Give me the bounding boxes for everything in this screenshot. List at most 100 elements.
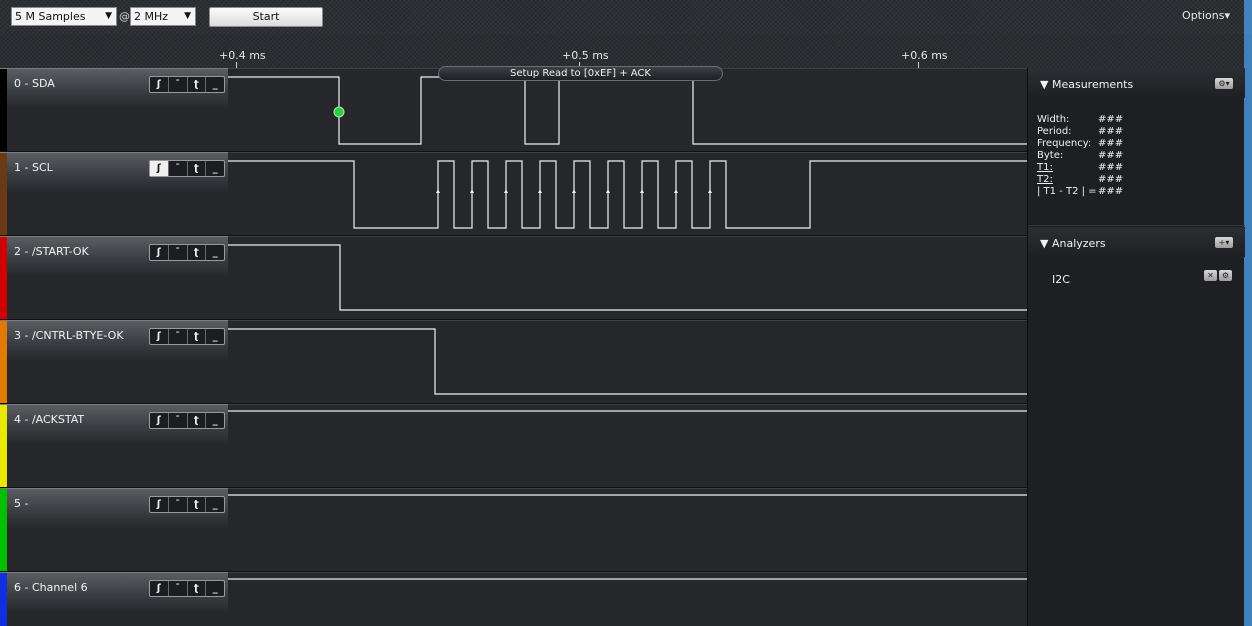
falling-edge-icon[interactable]: ʈ bbox=[188, 77, 207, 92]
rising-edge-icon[interactable]: ʃ bbox=[150, 329, 169, 344]
protocol-annotation-bubble[interactable]: Setup Read to [0xEF] + ACK bbox=[438, 66, 723, 81]
chevron-down-icon: ▼ bbox=[105, 11, 112, 21]
waveform-trace bbox=[228, 328, 1027, 395]
falling-edge-icon[interactable]: ʈ bbox=[188, 413, 207, 428]
falling-edge-icon[interactable]: ʈ bbox=[188, 329, 207, 344]
waveform-area[interactable] bbox=[228, 488, 1027, 571]
edge-markers bbox=[436, 189, 712, 193]
analyzer-actions: ✕ ⚙ bbox=[1204, 270, 1232, 281]
high-level-icon[interactable]: ¯ bbox=[169, 497, 188, 512]
waveform-trace bbox=[228, 494, 1027, 496]
low-level-icon[interactable]: _ bbox=[206, 77, 224, 92]
ruler-tick-label: +0.5 ms bbox=[562, 49, 609, 62]
trigger-selector[interactable]: ʃ ¯ ʈ _ bbox=[149, 580, 225, 597]
low-level-icon[interactable]: _ bbox=[206, 329, 224, 344]
waveform-area[interactable] bbox=[228, 152, 1027, 235]
channel-color-bar bbox=[0, 153, 7, 236]
channel-name: 4 - /ACKSTAT bbox=[14, 413, 85, 426]
channel-name: 2 - /START-OK bbox=[14, 245, 89, 258]
gear-icon[interactable]: ⚙▾ bbox=[1215, 78, 1233, 89]
high-level-icon[interactable]: ¯ bbox=[169, 77, 188, 92]
channel-color-bar bbox=[0, 489, 7, 572]
high-level-icon[interactable]: ¯ bbox=[169, 581, 188, 596]
high-level-icon[interactable]: ¯ bbox=[169, 413, 188, 428]
rising-edge-icon[interactable]: ʃ bbox=[150, 245, 169, 260]
trigger-selector[interactable]: ʃ ¯ ʈ _ bbox=[149, 160, 225, 177]
rising-edge-icon[interactable]: ʃ bbox=[150, 413, 169, 428]
low-level-icon[interactable]: _ bbox=[206, 413, 224, 428]
trigger-selector[interactable]: ʃ ¯ ʈ _ bbox=[149, 412, 225, 429]
rising-edge-icon[interactable]: ʃ bbox=[150, 77, 169, 92]
sample-count-value: 5 M Samples bbox=[15, 10, 86, 23]
low-level-icon[interactable]: _ bbox=[206, 245, 224, 260]
ruler-tick-label: +0.6 ms bbox=[901, 49, 948, 62]
rising-edge-icon[interactable]: ʃ bbox=[150, 581, 169, 596]
measurement-row: T1: ### bbox=[1037, 162, 1124, 173]
waveform-area[interactable] bbox=[228, 320, 1027, 403]
channel-color-bar bbox=[0, 405, 7, 488]
measurement-row: Width: ### bbox=[1037, 114, 1124, 125]
analyzers-header[interactable]: ▼ Analyzers +▾ bbox=[1028, 227, 1245, 257]
sample-rate-select[interactable]: 2 MHz ▼ bbox=[130, 7, 196, 26]
analyzer-item-i2c[interactable]: I2C bbox=[1052, 273, 1070, 286]
falling-edge-icon[interactable]: ʈ bbox=[188, 581, 207, 596]
channel-color-bar bbox=[0, 321, 7, 404]
low-level-icon[interactable]: _ bbox=[206, 497, 224, 512]
rising-edge-icon[interactable]: ʃ bbox=[150, 497, 169, 512]
falling-edge-icon[interactable]: ʈ bbox=[188, 245, 207, 260]
start-button[interactable]: Start bbox=[209, 7, 323, 27]
measurement-row: Period: ### bbox=[1037, 126, 1124, 137]
channel-label-panel[interactable]: 2 - /START-OK ʃ ¯ ʈ _ bbox=[0, 236, 228, 320]
waveform-area[interactable] bbox=[228, 236, 1027, 319]
toolbar: 5 M Samples ▼ @ 2 MHz ▼ Start Options▾ bbox=[0, 0, 1252, 34]
channel-label-panel[interactable]: 5 - ʃ ¯ ʈ _ bbox=[0, 488, 228, 572]
high-level-icon[interactable]: ¯ bbox=[169, 329, 188, 344]
gear-icon[interactable]: ⚙ bbox=[1219, 270, 1232, 281]
waveform-trace bbox=[228, 76, 1027, 145]
measurements-header[interactable]: ▼ Measurements ⚙▾ bbox=[1028, 68, 1245, 98]
falling-edge-icon[interactable]: ʈ bbox=[188, 497, 207, 512]
rising-edge-icon[interactable]: ʃ bbox=[150, 161, 169, 176]
sample-rate-value: 2 MHz bbox=[134, 10, 169, 23]
low-level-icon[interactable]: _ bbox=[206, 581, 224, 596]
high-level-icon[interactable]: ¯ bbox=[169, 245, 188, 260]
channel-name: 6 - Channel 6 bbox=[14, 581, 88, 594]
channel-label-panel[interactable]: 1 - SCL ʃ ¯ ʈ _ bbox=[0, 152, 228, 236]
channel-label-panel[interactable]: 3 - /CNTRL-BTYE-OK ʃ ¯ ʈ _ bbox=[0, 320, 228, 404]
collapse-triangle-icon: ▼ bbox=[1040, 237, 1052, 250]
channel-row: 3 - /CNTRL-BTYE-OK ʃ ¯ ʈ _ bbox=[0, 320, 1027, 404]
trigger-selector[interactable]: ʃ ¯ ʈ _ bbox=[149, 244, 225, 261]
close-icon[interactable]: ✕ bbox=[1204, 270, 1217, 281]
low-level-icon[interactable]: _ bbox=[206, 161, 224, 176]
waveform-trace bbox=[228, 410, 1027, 412]
at-label: @ bbox=[119, 10, 130, 23]
measurements-title: Measurements bbox=[1051, 78, 1134, 91]
time-ruler[interactable]: +0.4 ms +0.5 ms +0.6 ms bbox=[0, 34, 1244, 68]
trigger-selector[interactable]: ʃ ¯ ʈ _ bbox=[149, 496, 225, 513]
add-analyzer-icon[interactable]: +▾ bbox=[1215, 237, 1233, 248]
side-panel: ▼ Measurements ⚙▾ Width: ### Period: ### F… bbox=[1027, 68, 1245, 626]
trigger-selector[interactable]: ʃ ¯ ʈ _ bbox=[149, 328, 225, 345]
waveform-area[interactable] bbox=[228, 572, 1027, 626]
channel-label-panel[interactable]: 6 - Channel 6 ʃ ¯ ʈ _ bbox=[0, 572, 228, 626]
waveform-area[interactable] bbox=[228, 404, 1027, 487]
channel-label-panel[interactable]: 4 - /ACKSTAT ʃ ¯ ʈ _ bbox=[0, 404, 228, 488]
sample-count-select[interactable]: 5 M Samples ▼ bbox=[11, 7, 117, 26]
ruler-tick-label: +0.4 ms bbox=[219, 49, 266, 62]
window-edge bbox=[1244, 0, 1252, 626]
high-level-icon[interactable]: ¯ bbox=[169, 161, 188, 176]
panel-divider bbox=[1028, 225, 1245, 226]
measurement-row: Frequency: ### bbox=[1037, 138, 1124, 149]
channel-row: 2 - /START-OK ʃ ¯ ʈ _ bbox=[0, 236, 1027, 320]
options-menu[interactable]: Options▾ bbox=[1182, 9, 1230, 22]
analyzers-title: Analyzers bbox=[1051, 237, 1106, 250]
channel-color-bar bbox=[0, 69, 7, 152]
channel-row: 1 - SCL ʃ ¯ ʈ _ bbox=[0, 152, 1027, 236]
waveform-trace bbox=[228, 160, 1027, 229]
measurement-row: | T1 - T2 | = ### bbox=[1037, 186, 1124, 197]
collapse-triangle-icon: ▼ bbox=[1040, 78, 1052, 91]
falling-edge-icon[interactable]: ʈ bbox=[188, 161, 207, 176]
marker-dot[interactable] bbox=[333, 106, 345, 118]
trigger-selector[interactable]: ʃ ¯ ʈ _ bbox=[149, 76, 225, 93]
channel-label-panel[interactable]: 0 - SDA ʃ ¯ ʈ _ bbox=[0, 68, 228, 152]
